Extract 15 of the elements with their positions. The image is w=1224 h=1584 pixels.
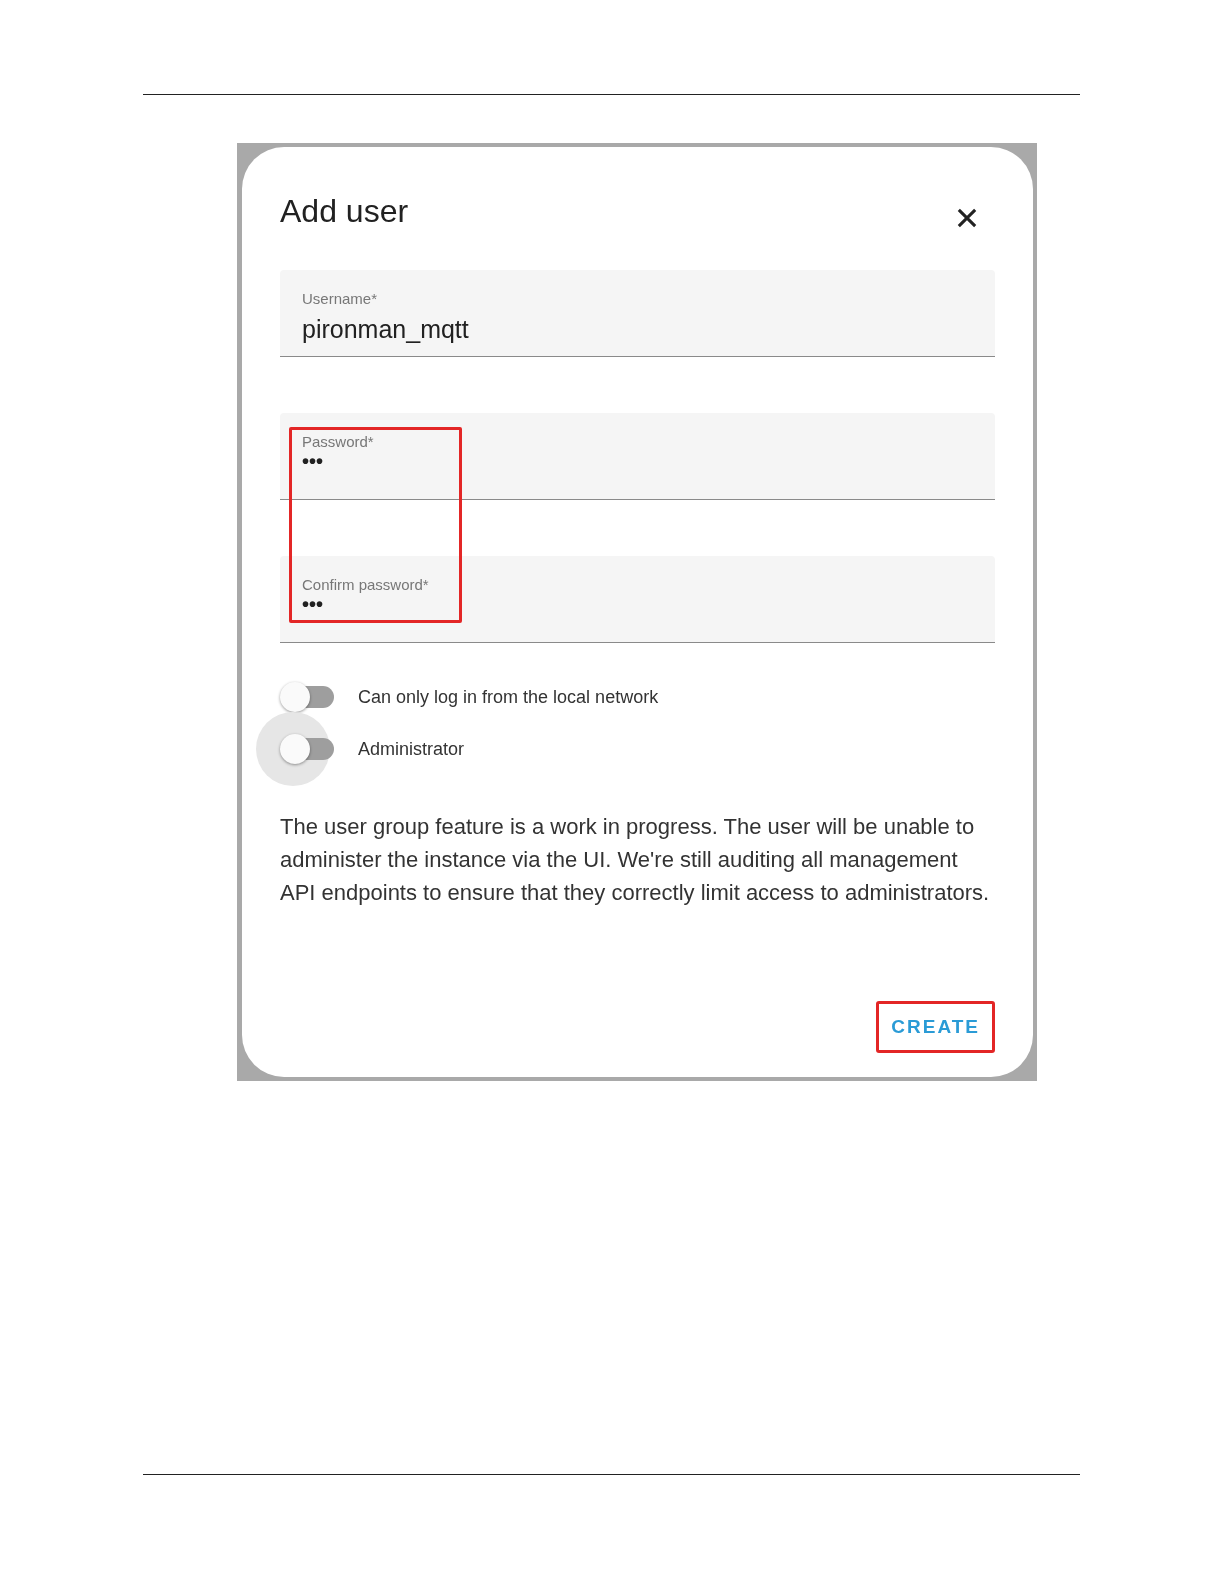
warning-text: The user group feature is a work in progress. The user will be unable to administer the instance via the UI. We're still auditing all management API endpoints to ensure that they correctly limit access to administrators. <box>280 813 991 907</box>
field-value: pironman_mqtt <box>302 315 470 344</box>
toggle-switch[interactable] <box>280 681 336 713</box>
input-field[interactable]: Username* pironman_mqtt <box>280 270 995 357</box>
toggle-switch[interactable] <box>280 733 336 765</box>
field-label: Username* <box>302 290 379 307</box>
toggle-label: Administrator <box>358 738 465 760</box>
input-field[interactable]: Confirm password* ••• <box>280 556 995 643</box>
field-value: ••• <box>302 450 324 473</box>
toggle-label: Can only log in from the local network <box>358 686 659 708</box>
input-field[interactable]: Password* ••• <box>280 413 995 500</box>
dialog-title: Add user <box>280 192 409 230</box>
field-label: Confirm password* <box>302 576 430 593</box>
field-label: Password* <box>302 433 375 450</box>
field-value: ••• <box>302 593 324 616</box>
